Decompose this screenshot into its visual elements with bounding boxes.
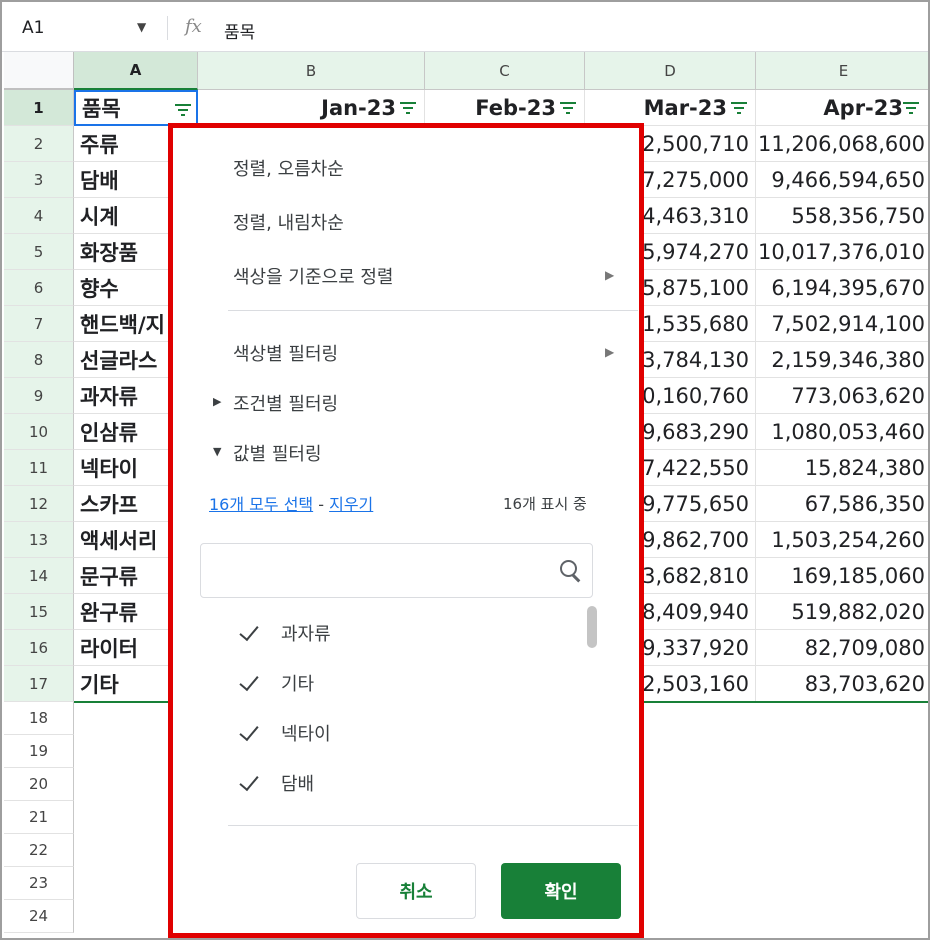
menu-divider (228, 825, 638, 826)
checkmark-icon[interactable] (239, 723, 263, 741)
row-header[interactable]: 18 (4, 702, 74, 735)
row-header[interactable]: 20 (4, 768, 74, 801)
menu-item-sort-descending[interactable]: 정렬, 내림차순 (233, 209, 344, 235)
row-header[interactable]: 2 (4, 126, 74, 162)
spreadsheet-window: A1 ▼ fx 품목 A B C D E 1 품목 Jan-23 Feb-23 … (0, 0, 930, 940)
row-header[interactable]: 1 (4, 90, 74, 126)
checkmark-icon[interactable] (239, 673, 263, 691)
row-header[interactable]: 22 (4, 834, 74, 867)
row-header[interactable]: 17 (4, 666, 74, 702)
clear-link[interactable]: 지우기 (329, 495, 373, 514)
menu-item-filter-by-condition[interactable]: 조건별 필터링 (233, 390, 338, 416)
apr-cell[interactable]: 10,017,376,010 (756, 234, 928, 270)
row-header[interactable]: 5 (4, 234, 74, 270)
header-cell-apr[interactable]: Apr-23 (756, 90, 928, 126)
select-clear-row: 16개 모두 선택 - 지우기 (209, 491, 373, 515)
cancel-button[interactable]: 취소 (356, 863, 476, 919)
select-all-corner[interactable] (4, 52, 74, 90)
header-cell-feb[interactable]: Feb-23 (425, 90, 585, 126)
submenu-arrow-icon: ▶ (605, 345, 615, 359)
filter-icon[interactable] (902, 102, 920, 114)
apr-cell[interactable]: 82,709,080 (756, 630, 928, 666)
menu-item-filter-by-color[interactable]: 색상별 필터링 (233, 340, 338, 366)
value-option[interactable]: 과자류 (281, 620, 331, 646)
row-header[interactable]: 21 (4, 801, 74, 834)
column-header-e[interactable]: E (756, 52, 928, 90)
row-header[interactable]: 3 (4, 162, 74, 198)
showing-count: 16개 표시 중 (503, 495, 587, 513)
value-list-scrollbar[interactable] (587, 606, 597, 648)
formula-bar: A1 ▼ fx 품목 (2, 2, 928, 52)
row-header[interactable]: 13 (4, 522, 74, 558)
collapse-arrow-icon[interactable]: ▼ (213, 445, 221, 458)
filter-icon[interactable] (174, 104, 192, 116)
formula-input[interactable]: 품목 (224, 18, 255, 43)
row-header[interactable]: 15 (4, 594, 74, 630)
apr-cell[interactable]: 169,185,060 (756, 558, 928, 594)
select-all-link[interactable]: 16개 모두 선택 (209, 495, 313, 514)
apr-cell[interactable]: 9,466,594,650 (756, 162, 928, 198)
filter-dropdown-menu: 정렬, 오름차순 정렬, 내림차순 색상을 기준으로 정렬 ▶ 색상별 필터링 … (168, 123, 644, 938)
filter-icon[interactable] (559, 102, 577, 114)
row-header[interactable]: 6 (4, 270, 74, 306)
value-search-input[interactable] (200, 543, 593, 598)
row-header[interactable]: 8 (4, 342, 74, 378)
header-cell-item[interactable]: 품목 (74, 90, 198, 126)
apr-cell[interactable]: 6,194,395,670 (756, 270, 928, 306)
menu-item-filter-by-values[interactable]: 값별 필터링 (233, 440, 322, 466)
search-icon[interactable] (560, 560, 582, 582)
menu-item-sort-by-color[interactable]: 색상을 기준으로 정렬 (233, 263, 393, 289)
row-header[interactable]: 4 (4, 198, 74, 234)
apr-cell[interactable]: 67,586,350 (756, 486, 928, 522)
header-cell-label: Mar-23 (643, 95, 727, 120)
row-header[interactable]: 23 (4, 867, 74, 900)
header-cell-jan[interactable]: Jan-23 (198, 90, 425, 126)
apr-cell[interactable]: 15,824,380 (756, 450, 928, 486)
row-header[interactable]: 9 (4, 378, 74, 414)
column-header-c[interactable]: C (425, 52, 585, 90)
menu-divider (228, 310, 638, 311)
row-header[interactable]: 10 (4, 414, 74, 450)
row-header[interactable]: 7 (4, 306, 74, 342)
checkmark-icon[interactable] (239, 623, 263, 641)
row-header[interactable]: 14 (4, 558, 74, 594)
column-header-b[interactable]: B (198, 52, 425, 90)
column-header-a[interactable]: A (74, 52, 198, 90)
formula-bar-divider (167, 16, 168, 40)
checkmark-icon[interactable] (239, 773, 263, 791)
filter-icon[interactable] (730, 102, 748, 114)
header-cell-label: Jan-23 (321, 95, 396, 120)
apr-cell[interactable]: 1,503,254,260 (756, 522, 928, 558)
header-cell-label: Apr-23 (823, 95, 903, 120)
header-cell-label: Feb-23 (475, 95, 556, 120)
link-separator: - (318, 495, 325, 514)
apr-cell[interactable]: 519,882,020 (756, 594, 928, 630)
name-box[interactable]: A1 (22, 18, 44, 38)
apr-cell[interactable]: 83,703,620 (756, 666, 928, 702)
apr-cell[interactable]: 773,063,620 (756, 378, 928, 414)
value-option[interactable]: 담배 (281, 770, 314, 796)
apr-cell[interactable]: 7,502,914,100 (756, 306, 928, 342)
apr-cell[interactable]: 558,356,750 (756, 198, 928, 234)
value-option[interactable]: 기타 (281, 670, 314, 696)
menu-item-sort-ascending[interactable]: 정렬, 오름차순 (233, 155, 344, 181)
expand-arrow-icon[interactable]: ▶ (213, 395, 221, 408)
value-option[interactable]: 넥타이 (281, 720, 331, 746)
ok-button[interactable]: 확인 (501, 863, 621, 919)
apr-cell[interactable]: 11,206,068,600 (756, 126, 928, 162)
row-header[interactable]: 16 (4, 630, 74, 666)
header-cell-mar[interactable]: Mar-23 (585, 90, 756, 126)
column-header-d[interactable]: D (585, 52, 756, 90)
fx-icon: fx (185, 16, 202, 37)
filter-icon[interactable] (399, 102, 417, 114)
name-box-dropdown-icon[interactable]: ▼ (137, 20, 146, 34)
row-header[interactable]: 24 (4, 900, 74, 933)
header-cell-label: 품목 (82, 97, 121, 121)
row-header[interactable]: 11 (4, 450, 74, 486)
apr-cell[interactable]: 2,159,346,380 (756, 342, 928, 378)
row-header[interactable]: 19 (4, 735, 74, 768)
submenu-arrow-icon: ▶ (605, 268, 615, 282)
apr-cell[interactable]: 1,080,053,460 (756, 414, 928, 450)
row-header[interactable]: 12 (4, 486, 74, 522)
